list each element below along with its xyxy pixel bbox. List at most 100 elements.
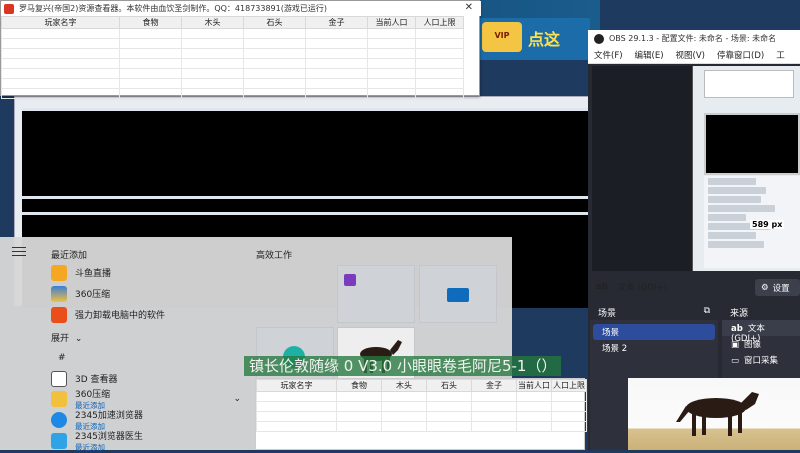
obs-title: OBS 29.1.3 - 配置文件: 未命名 - 场景: 未命名 bbox=[609, 34, 777, 43]
menu-view[interactable]: 视图(V) bbox=[676, 49, 705, 61]
obs-titlebar: OBS 29.1.3 - 配置文件: 未命名 - 场景: 未命名 bbox=[588, 30, 800, 47]
table-row[interactable] bbox=[1, 48, 464, 59]
window-title: 罗马复兴(帝国2)资源查看器。本软件由血饮圣剑制作。QQ：418733891(游… bbox=[19, 4, 327, 13]
column-header: 木头 bbox=[381, 379, 427, 392]
source-label: 窗口采集 bbox=[744, 356, 779, 366]
source-label: 图像 bbox=[744, 340, 762, 350]
list-item[interactable]: 360压缩 最近添加 ⌄ bbox=[51, 388, 241, 410]
scene-item[interactable]: 场景 2 bbox=[593, 340, 715, 356]
scenes-title: 场景 bbox=[598, 309, 617, 319]
list-item[interactable]: 斗鱼直播 bbox=[51, 262, 241, 283]
table-row[interactable] bbox=[1, 38, 464, 49]
app-icon bbox=[4, 3, 14, 14]
uninstaller-icon bbox=[51, 306, 67, 323]
folder-icon bbox=[51, 390, 67, 407]
app-label: 强力卸载电脑中的软件 bbox=[75, 311, 166, 321]
table-row[interactable] bbox=[1, 78, 464, 89]
table-row bbox=[256, 391, 587, 402]
onenote-icon bbox=[344, 274, 356, 286]
gear-icon: ⚙ bbox=[761, 282, 769, 293]
column-header: 玩家名字 bbox=[256, 379, 337, 392]
px-size-label: 589 px bbox=[750, 220, 785, 229]
outlook-tile[interactable] bbox=[419, 265, 497, 323]
resource-viewer-window: 罗马复兴(帝国2)资源查看器。本软件由血饮圣剑制作。QQ：418733891(游… bbox=[0, 0, 481, 99]
list-item[interactable]: 3D 查看器 bbox=[51, 369, 241, 388]
vip-badge-icon: VIP bbox=[482, 22, 522, 52]
table-row[interactable] bbox=[1, 68, 464, 79]
overlay-text: 镇长伦敦随缘 0 V3.0 小眼眼卷毛阿尼5-1（） bbox=[244, 356, 562, 376]
column-header[interactable]: 金子 bbox=[305, 16, 368, 29]
scene-item[interactable]: 场景 bbox=[593, 324, 715, 340]
column-header[interactable]: 人口上限 bbox=[415, 16, 464, 29]
source-item[interactable]: ▭ 窗口采集 bbox=[722, 352, 800, 368]
settings-button[interactable]: ⚙ 设置 bbox=[755, 279, 800, 296]
horse-icon bbox=[676, 392, 759, 436]
table-row[interactable] bbox=[1, 88, 464, 99]
app-sublabel: 最近添加 bbox=[75, 442, 105, 452]
list-item[interactable]: 360压缩 bbox=[51, 283, 241, 304]
all-app-list: 3D 查看器 360压缩 最近添加 ⌄ 2345加速浏览器 最近添加 2345浏览器… bbox=[51, 369, 241, 452]
source-item[interactable]: ▣ 图像 bbox=[722, 336, 800, 352]
app-label: 斗鱼直播 bbox=[75, 269, 112, 279]
menu-file[interactable]: 文件(F) bbox=[594, 49, 623, 61]
settings-label: 设置 bbox=[772, 283, 790, 294]
dock-float-icon[interactable]: ⧉ bbox=[704, 306, 710, 318]
douyu-icon bbox=[51, 264, 67, 281]
column-header[interactable]: 当前人口 bbox=[367, 16, 416, 29]
list-item[interactable]: 2345加速浏览器 最近添加 bbox=[51, 409, 241, 431]
shield-icon bbox=[51, 432, 67, 449]
obs-menubar: 文件(F) 编辑(E) 视图(V) 停靠窗口(D) 工 bbox=[588, 47, 800, 64]
table-row bbox=[256, 401, 587, 412]
list-item[interactable]: 2345浏览器医生 最近添加 bbox=[51, 430, 241, 452]
image-icon: ▣ bbox=[731, 340, 740, 350]
chevron-down-icon: ⌄ bbox=[74, 334, 83, 344]
selected-source-name: 文本 (GDI+) bbox=[617, 283, 667, 293]
section-letter[interactable]: # bbox=[58, 353, 66, 363]
tiles-header: 高效工作 bbox=[256, 251, 293, 261]
sources-dock: 来源 ab 文本 (GDI+) ▣ 图像 ▭ 窗口采集 bbox=[722, 304, 800, 378]
menu-docks[interactable]: 停靠窗口(D) bbox=[717, 49, 764, 61]
hamburger-icon[interactable] bbox=[12, 247, 26, 257]
360zip-icon bbox=[51, 285, 67, 302]
column-header[interactable]: 玩家名字 bbox=[1, 16, 120, 29]
chevron-down-icon[interactable]: ⌄ bbox=[233, 394, 241, 404]
horse-image bbox=[628, 378, 800, 450]
source-item[interactable]: ab 文本 (GDI+) bbox=[722, 320, 800, 344]
app-label: 360压缩 bbox=[75, 290, 111, 300]
mail-icon bbox=[447, 288, 469, 302]
expand-button[interactable]: 展开 ⌄ bbox=[51, 331, 82, 344]
mirrored-resource-table: 玩家名字 食物 木头 石头 金子 当前人口 人口上限 bbox=[255, 378, 587, 450]
app-label: 2345浏览器医生 bbox=[75, 431, 143, 442]
app-label: 2345加速浏览器 bbox=[75, 410, 143, 421]
onenote-tile[interactable] bbox=[337, 265, 415, 323]
text-source-icon: ab bbox=[596, 282, 608, 292]
cube-3d-icon bbox=[51, 370, 67, 387]
window-capture-icon: ▭ bbox=[731, 356, 740, 366]
window-titlebar: 罗马复兴(帝国2)资源查看器。本软件由血饮圣剑制作。QQ：418733891(游… bbox=[1, 1, 481, 16]
nested-tool-window bbox=[704, 70, 794, 98]
table-row[interactable] bbox=[1, 28, 464, 39]
game-divider bbox=[22, 108, 590, 111]
table-row bbox=[256, 421, 587, 432]
column-header: 金子 bbox=[471, 379, 517, 392]
menu-edit[interactable]: 编辑(E) bbox=[635, 49, 664, 61]
menu-tools[interactable]: 工 bbox=[776, 49, 785, 61]
list-item[interactable]: 强力卸载电脑中的软件 bbox=[51, 304, 241, 325]
app-label: 3D 查看器 bbox=[75, 375, 118, 385]
resource-table: 玩家名字 食物 木头 石头 金子 当前人口 人口上限 bbox=[256, 379, 587, 432]
column-header: 人口上限 bbox=[551, 379, 587, 392]
browser-icon bbox=[51, 411, 67, 428]
expand-label: 展开 bbox=[51, 334, 70, 344]
close-icon[interactable]: ✕ bbox=[465, 2, 473, 13]
table-row[interactable] bbox=[1, 58, 464, 69]
recent-app-list: 斗鱼直播 360压缩 强力卸载电脑中的软件 bbox=[51, 262, 241, 325]
nested-game-viewport bbox=[704, 113, 800, 175]
app-label: 360压缩 bbox=[75, 389, 111, 400]
column-header[interactable]: 石头 bbox=[243, 16, 306, 29]
column-header: 石头 bbox=[426, 379, 472, 392]
column-header[interactable]: 食物 bbox=[119, 16, 182, 29]
column-header[interactable]: 木头 bbox=[181, 16, 244, 29]
scenes-dock-title: 场景 ⧉ bbox=[590, 304, 718, 320]
game-divider bbox=[22, 212, 590, 215]
column-header: 食物 bbox=[336, 379, 382, 392]
